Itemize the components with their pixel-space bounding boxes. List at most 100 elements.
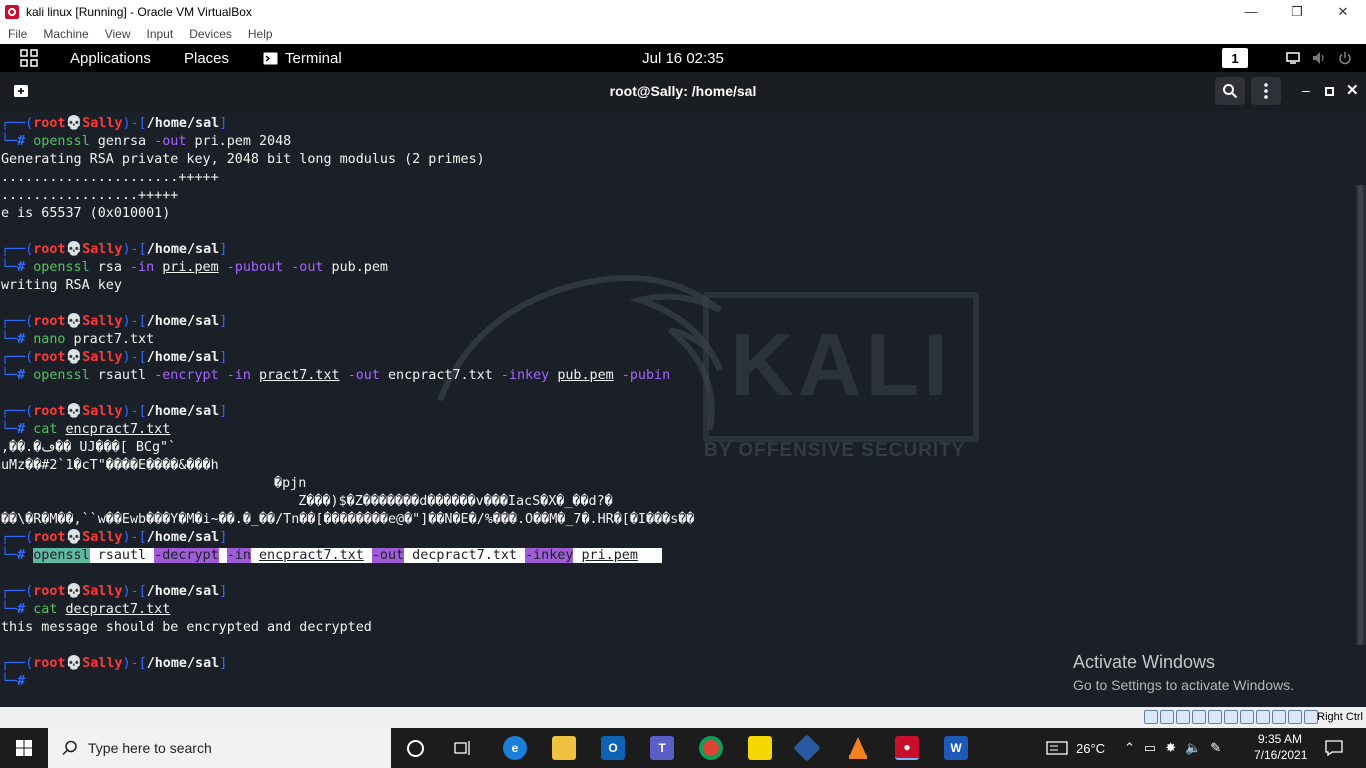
cortana-icon[interactable] xyxy=(407,740,424,757)
display-icon[interactable] xyxy=(1286,52,1300,64)
binary-output-line: ,��.�ڡ�� UJ���[ BCg"` xyxy=(1,440,177,455)
prompt-line: ┌──(root💀Sally)-[/home/sal] xyxy=(1,314,228,329)
activate-windows-subtitle: Go to Settings to activate Windows. xyxy=(1073,677,1294,693)
virtualbox-app-icon xyxy=(5,4,19,19)
applications-menu[interactable]: Applications xyxy=(70,44,151,72)
terminal-maximize-icon[interactable] xyxy=(1325,87,1334,96)
pen-icon[interactable]: ✎ xyxy=(1210,740,1221,756)
menu-machine[interactable]: Machine xyxy=(35,27,96,41)
start-button[interactable] xyxy=(0,728,48,768)
file-explorer-icon[interactable] xyxy=(552,736,576,760)
chrome-icon[interactable] xyxy=(699,736,723,760)
weather-icon xyxy=(1046,741,1068,755)
outlook-icon[interactable]: O xyxy=(601,736,625,760)
show-apps-grid-icon[interactable] xyxy=(20,44,38,72)
search-placeholder: Type here to search xyxy=(88,740,212,756)
virtualbox-menu-bar: File Machine View Input Devices Help xyxy=(0,23,1366,44)
prompt-line: ┌──(root💀Sally)-[/home/sal] xyxy=(1,242,228,257)
prompt-line: ┌──(root💀Sally)-[/home/sal] xyxy=(1,584,228,599)
network-icon[interactable] xyxy=(1192,710,1206,724)
binary-output-line: ��\�R�M��,``w��Ewb���Y�M�i~��.�_��/Tn��[… xyxy=(1,512,695,527)
notification-icon[interactable] xyxy=(1325,740,1343,756)
menu-file[interactable]: File xyxy=(0,27,35,41)
command-line: └─# openssl rsa -in pri.pem -pubout -out… xyxy=(1,260,388,275)
power-icon[interactable] xyxy=(1338,51,1352,65)
menu-help[interactable]: Help xyxy=(240,27,281,41)
clock-date: 7/16/2021 xyxy=(1254,748,1308,762)
places-menu[interactable]: Places xyxy=(184,44,229,72)
hard-disk-icon[interactable] xyxy=(1144,710,1158,724)
taskbar-clock[interactable]: 9:35 AM 7/16/2021 xyxy=(1254,731,1308,763)
prompt-line: ┌──(root💀Sally)-[/home/sal] xyxy=(1,350,228,365)
output-line: Generating RSA private key, 2048 bit lon… xyxy=(1,152,485,167)
activate-windows-title: Activate Windows xyxy=(1073,652,1216,672)
menu-devices[interactable]: Devices xyxy=(181,27,240,41)
optical-drive-icon[interactable] xyxy=(1160,710,1174,724)
kali-vm-taskbar-icon[interactable]: ● xyxy=(895,736,919,760)
vlc-icon[interactable] xyxy=(846,736,870,760)
virtualbox-taskbar-icon[interactable] xyxy=(793,734,821,762)
windows-taskbar: Type here to search e O T ● W 26°C ⌃ ▭ ✸… xyxy=(0,728,1366,768)
weather-temp: 26°C xyxy=(1076,740,1106,756)
chevron-up-icon[interactable]: ⌃ xyxy=(1124,740,1135,756)
usb-icon[interactable] xyxy=(1208,710,1222,724)
binary-output-line: uMz��#2`1�cT"����E����&���h xyxy=(1,458,219,473)
virtualbox-title-bar: kali linux [Running] - Oracle VM Virtual… xyxy=(0,0,1366,23)
terminal-title: root@Sally: /home/sal xyxy=(609,83,757,99)
output-line: e is 65537 (0x010001) xyxy=(1,206,171,221)
restore-icon[interactable]: ❐ xyxy=(1274,0,1320,23)
system-tray: ⌃ ▭ ✸ 🔈 ✎ xyxy=(1124,728,1221,768)
menu-view[interactable]: View xyxy=(97,27,139,41)
kali-logo-text: KALI xyxy=(730,315,952,414)
selected-command-line[interactable]: └─# openssl rsautl -decrypt -in encpract… xyxy=(1,547,663,565)
edge-icon[interactable]: e xyxy=(503,736,527,760)
workspace-indicator[interactable]: 1 xyxy=(1222,48,1248,68)
output-line: ......................+++++ xyxy=(1,170,219,185)
command-line: └─# openssl rsautl -encrypt -in pract7.t… xyxy=(1,368,671,383)
minimize-icon[interactable]: — xyxy=(1228,0,1274,23)
prompt-line: ┌──(root💀Sally)-[/home/sal] xyxy=(1,530,228,545)
command-line: └─# openssl genrsa -out pri.pem 2048 xyxy=(1,134,292,149)
keyboard-capture-icon[interactable] xyxy=(1304,710,1318,724)
weather-widget[interactable]: 26°C xyxy=(1046,728,1105,768)
menu-button[interactable] xyxy=(1251,77,1281,105)
prompt-line: ┌──(root💀Sally)-[/home/sal] xyxy=(1,116,228,131)
command-line: └─# nano pract7.txt xyxy=(1,332,155,347)
mouse-integration-icon[interactable] xyxy=(1288,710,1302,724)
kali-top-panel: Applications Places Terminal Jul 16 02:3… xyxy=(0,44,1366,72)
terminal-taskbar-button[interactable]: Terminal xyxy=(263,44,342,72)
terminal-label: Terminal xyxy=(285,49,342,67)
current-prompt-line[interactable]: └─# xyxy=(1,673,25,691)
search-button[interactable] xyxy=(1215,77,1245,105)
taskbar-search-box[interactable]: Type here to search xyxy=(48,728,391,768)
task-view-icon[interactable] xyxy=(454,740,472,756)
prompt-line: ┌──(root💀Sally)-[/home/sal] xyxy=(1,656,228,671)
command-line: └─# cat encpract7.txt xyxy=(1,422,171,437)
terminal-header-bar: root@Sally: /home/sal – ✕ xyxy=(0,72,1366,110)
terminal-output[interactable]: KALI BY OFFENSIVE SECURITY ┌──(root💀Sall… xyxy=(0,110,1366,707)
wifi-icon[interactable]: ✸ xyxy=(1165,740,1176,756)
menu-input[interactable]: Input xyxy=(139,27,182,41)
virtualbox-status-bar: Right Ctrl xyxy=(0,707,1366,728)
terminal-minimize-icon[interactable]: – xyxy=(1302,82,1310,98)
device-status-icons xyxy=(1144,710,1318,724)
speaker-icon[interactable]: 🔈 xyxy=(1185,740,1201,756)
teams-icon[interactable]: T xyxy=(650,736,674,760)
sticky-notes-icon[interactable] xyxy=(748,736,772,760)
battery-icon[interactable]: ▭ xyxy=(1144,740,1156,756)
display-icon[interactable] xyxy=(1240,710,1254,724)
word-icon[interactable]: W xyxy=(944,736,968,760)
cpu-icon[interactable] xyxy=(1272,710,1286,724)
terminal-close-icon[interactable]: ✕ xyxy=(1346,81,1359,99)
terminal-scrollbar[interactable] xyxy=(1356,185,1366,645)
close-icon[interactable]: ✕ xyxy=(1320,0,1366,23)
scrollbar-thumb[interactable] xyxy=(1358,185,1363,645)
terminal-icon xyxy=(263,52,278,64)
kebab-menu-icon xyxy=(1264,83,1268,99)
shared-folders-icon[interactable] xyxy=(1224,710,1238,724)
clock-time: 9:35 AM xyxy=(1257,732,1303,746)
output-line: writing RSA key xyxy=(1,278,122,293)
volume-icon[interactable] xyxy=(1312,51,1328,65)
recording-icon[interactable] xyxy=(1256,710,1270,724)
audio-icon[interactable] xyxy=(1176,710,1190,724)
